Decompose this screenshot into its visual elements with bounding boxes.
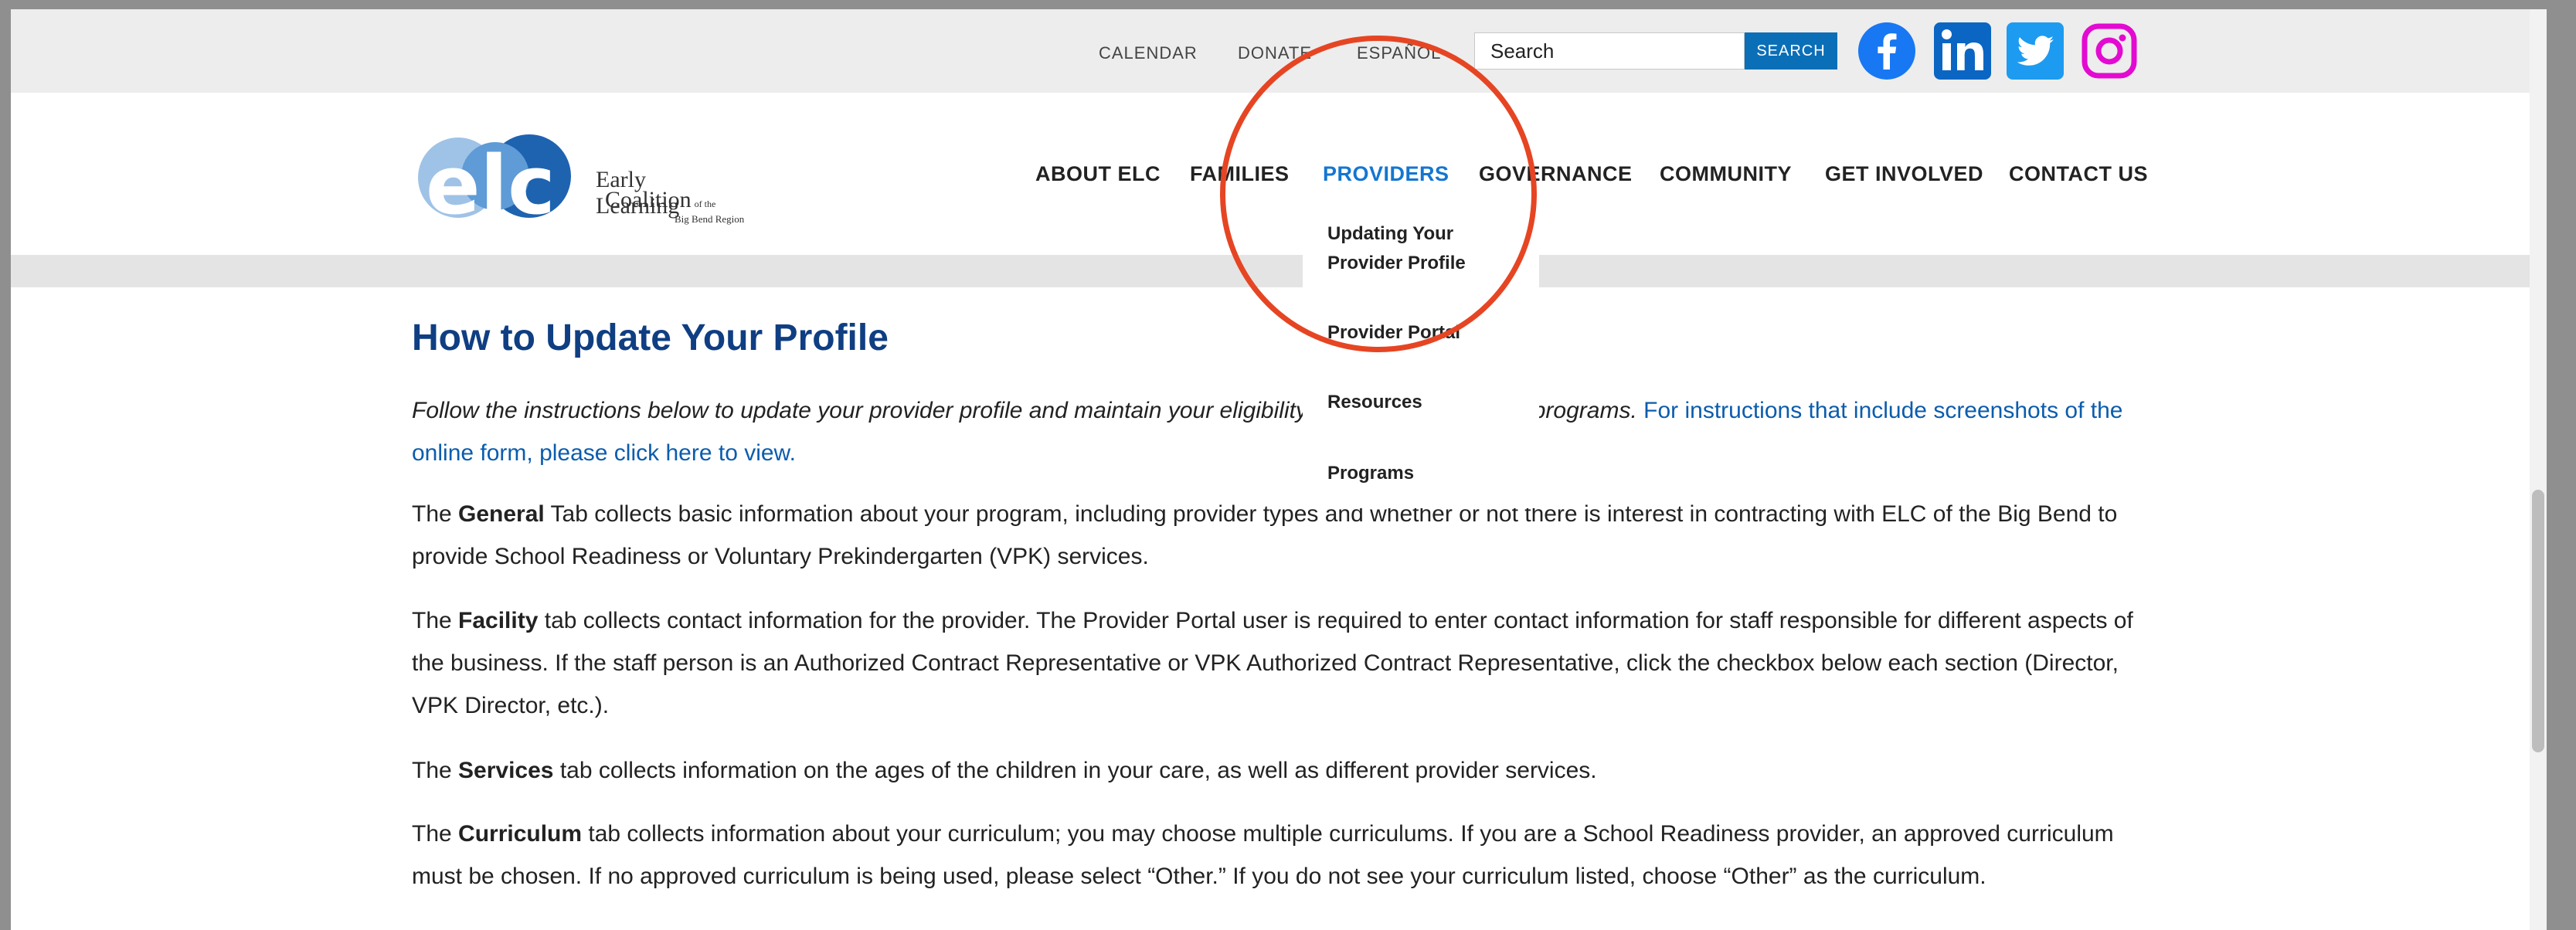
facility-tab-paragraph: The Facility tab collects contact inform… (412, 599, 2143, 727)
paragraph-text: Tab collects basic information about you… (412, 501, 2118, 569)
nav-community[interactable]: COMMUNITY (1660, 162, 1792, 186)
calendar-link[interactable]: CALENDAR (1099, 43, 1198, 63)
nav-get-involved[interactable]: GET INVOLVED (1825, 162, 1983, 186)
search-input[interactable] (1474, 32, 1745, 70)
paragraph-text: The (412, 608, 459, 633)
paragraph-text: The (412, 501, 459, 527)
search-button[interactable]: SEARCH (1745, 32, 1837, 70)
logo-line-2: Coalition (605, 187, 692, 212)
elc-logo-letters: elc (426, 138, 556, 218)
general-tab-paragraph: The General Tab collects basic informati… (412, 493, 2143, 578)
scrollbar-thumb[interactable] (2532, 490, 2544, 752)
browser-viewport: CALENDAR DONATE ESPAÑOL SEARCH (11, 9, 2547, 930)
logo-line-2-small: of the (694, 199, 716, 209)
curriculum-tab-paragraph: The Curriculum tab collects information … (412, 813, 2143, 898)
paragraph-bold-term: Facility (458, 608, 539, 633)
twitter-icon[interactable] (2006, 22, 2065, 80)
nav-about-elc[interactable]: ABOUT ELC (1035, 162, 1161, 186)
paragraph-bold-term: Curriculum (458, 821, 583, 847)
linkedin-icon[interactable] (1933, 22, 1992, 80)
paragraph-text: tab collects information on the ages of … (553, 758, 1597, 783)
annotation-circle (1220, 36, 1537, 352)
intro-paragraph: Follow the instructions below to update … (412, 389, 2143, 474)
instagram-icon[interactable] (2080, 22, 2139, 80)
paragraph-text: tab collects information about your curr… (412, 821, 2114, 889)
facebook-icon[interactable] (1857, 22, 1916, 80)
vertical-scrollbar[interactable] (2530, 9, 2547, 930)
elc-logo-mark: elc (418, 134, 571, 218)
dropdown-item-programs[interactable]: Programs (1327, 459, 1414, 488)
dropdown-item-resources[interactable]: Resources (1327, 388, 1422, 417)
paragraph-bold-term: General (458, 501, 545, 527)
paragraph-text: The (412, 758, 459, 783)
paragraph-text: The (412, 821, 459, 847)
paragraph-bold-term: Services (458, 758, 554, 783)
services-tab-paragraph: The Services tab collects information on… (412, 749, 2143, 792)
logo-line-3: Big Bend Region (675, 213, 745, 225)
nav-contact-us[interactable]: CONTACT US (2009, 162, 2148, 186)
paragraph-text: tab collects contact information for the… (412, 608, 2133, 718)
page-title: How to Update Your Profile (412, 317, 889, 358)
